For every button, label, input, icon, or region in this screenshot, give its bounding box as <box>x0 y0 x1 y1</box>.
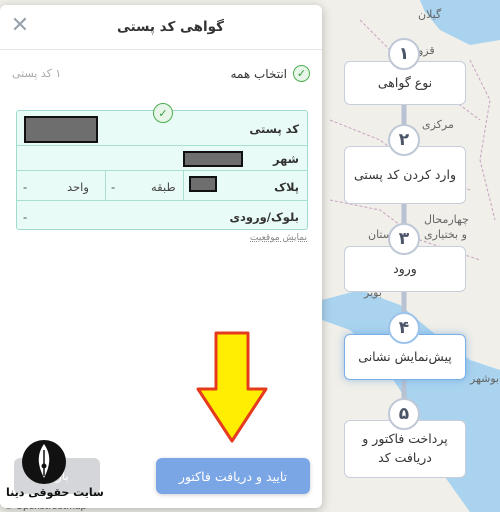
select-all-checkbox[interactable]: ✓ انتخاب همه <box>230 65 310 82</box>
step-3-label: ورود <box>393 260 417 276</box>
selection-row: ۱ کد پستی ✓ انتخاب همه <box>12 65 310 85</box>
city-label: شهر <box>272 152 299 166</box>
arrow-down-icon <box>196 331 268 443</box>
check-icon: ✓ <box>293 65 310 82</box>
postal-code-value-redacted <box>24 116 98 143</box>
step-5-number: ۵ <box>388 398 420 430</box>
map-label-markazi: مرکزی <box>422 118 454 131</box>
watermark-text: سایت حقوقی دینا <box>6 486 104 499</box>
city-value-redacted <box>183 151 243 167</box>
floor-label: طبقه <box>151 180 176 194</box>
postal-code-label: کد پستی <box>249 122 299 136</box>
close-icon[interactable]: ✕ <box>10 15 30 37</box>
unit-label: واحد <box>67 180 89 194</box>
step-2-label: وارد کردن کد پستی <box>354 166 456 182</box>
address-card[interactable]: ✓ کد پستی شهر پلاک - طبقه - واحد بلوک/ور… <box>16 103 308 230</box>
postal-certificate-dialog: ✕ گواهی کد پستی ۱ کد پستی ✓ انتخاب همه ✓… <box>0 5 322 508</box>
plaque-label: پلاک <box>274 180 299 194</box>
block-value: - <box>23 210 28 224</box>
card-check-icon[interactable]: ✓ <box>153 103 173 123</box>
map-label-qazvin: قزو <box>418 44 435 57</box>
show-location-link[interactable]: نمایش موقعیت <box>250 233 307 243</box>
floor-value: - <box>111 180 116 194</box>
step-1-label: نوع گواهی <box>377 74 433 90</box>
step-2-number: ۲ <box>388 124 420 156</box>
dialog-header: ✕ گواهی کد پستی <box>0 5 322 50</box>
unit-value: - <box>23 180 28 194</box>
map-label-bakhtiari: و بختیاری <box>424 228 467 241</box>
block-label: بلوک/ورودی <box>229 210 299 224</box>
step-4-label: پیش‌نمایش نشانی <box>358 348 452 364</box>
select-all-label: انتخاب همه <box>230 66 287 81</box>
map-label-gilan: گیلان <box>418 8 442 21</box>
map-label-chaharmahal: چهارمحال <box>424 213 469 226</box>
dialog-title: گواهی کد پستی <box>117 19 224 35</box>
step-5-label: پرداخت فاکتور و دریافت کد <box>362 431 448 465</box>
step-1-number: ۱ <box>388 38 420 70</box>
confirm-and-get-invoice-button[interactable]: تایید و دریافت فاکتور <box>156 458 310 494</box>
step-3-number: ۳ <box>388 223 420 255</box>
plaque-value-redacted <box>189 176 217 192</box>
step-4-number: ۴ <box>388 312 420 344</box>
postal-code-count: ۱ کد پستی <box>12 67 62 80</box>
map-label-bushehr: بوشهر <box>470 372 500 385</box>
